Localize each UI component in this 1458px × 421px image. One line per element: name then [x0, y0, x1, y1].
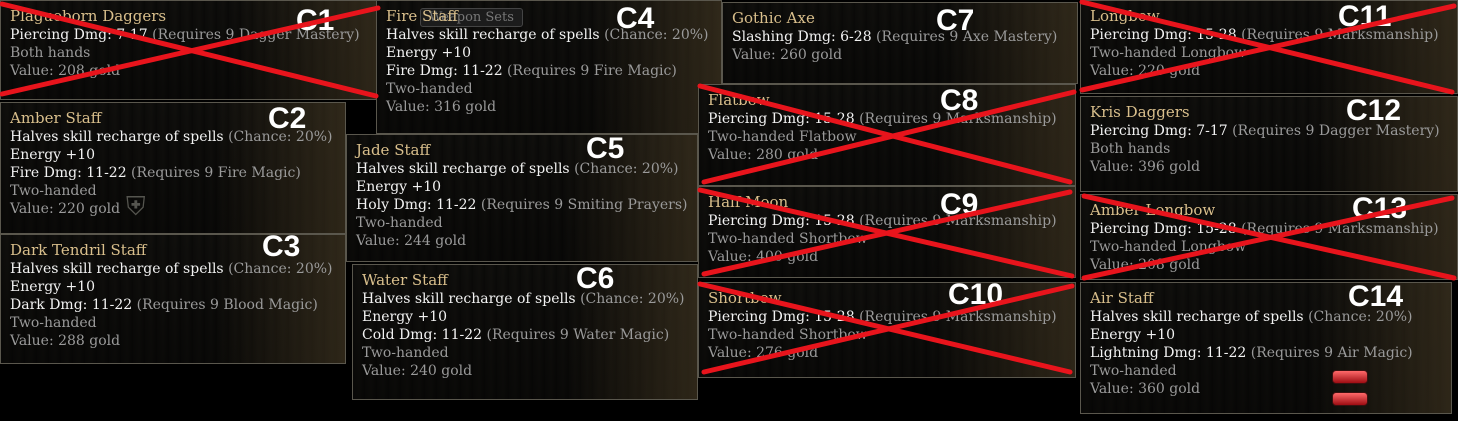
- cross-out-overlay: [0, 0, 1458, 417]
